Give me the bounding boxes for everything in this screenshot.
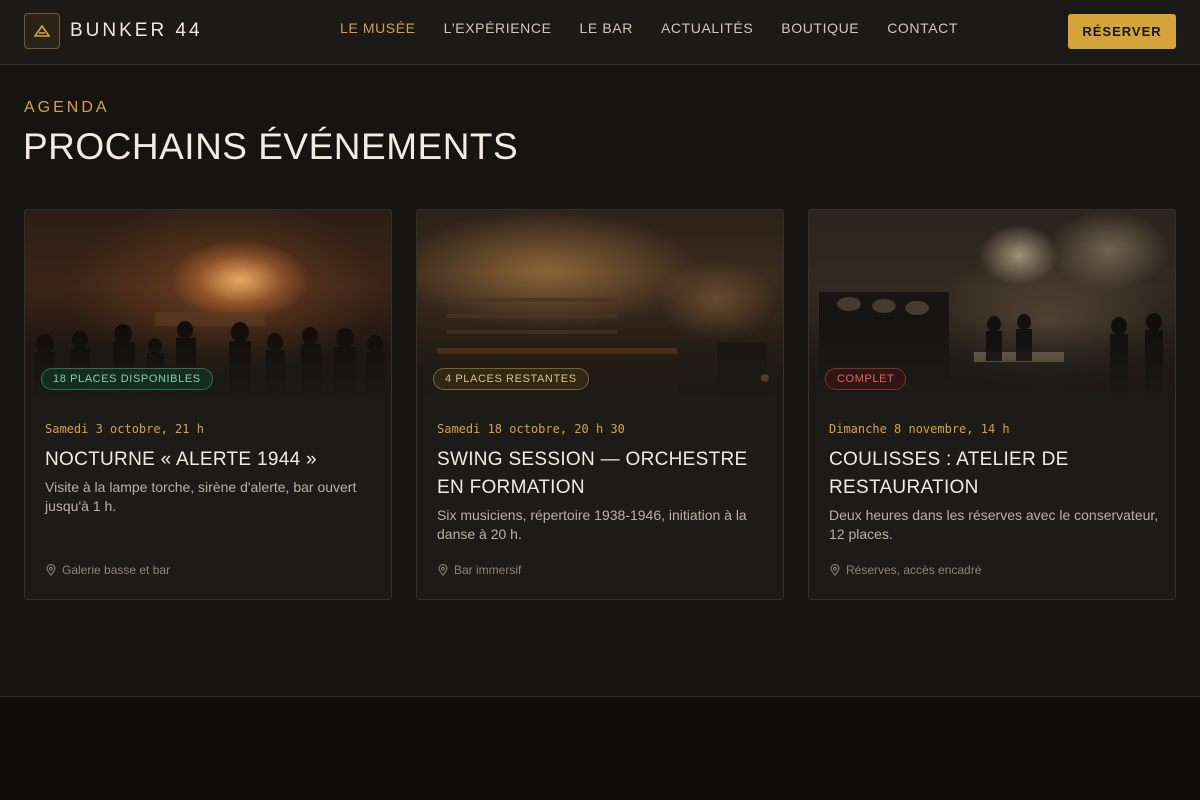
event-location: Bar immersif (437, 563, 521, 577)
event-location: Galerie basse et bar (45, 563, 170, 577)
section-eyebrow: AGENDA (24, 99, 110, 116)
event-location-label: Galerie basse et bar (62, 563, 171, 577)
event-date: Dimanche 8 novembre, 14 h (829, 422, 1010, 436)
main-nav: LE MUSÉE L'EXPÉRIENCE LE BAR ACTUALITÉS … (340, 20, 986, 36)
bunker-logo-icon (24, 13, 60, 49)
event-card[interactable]: 18 PLACES DISPONIBLES Samedi 3 octobre, … (24, 209, 392, 600)
site-header: BUNKER 44 LE MUSÉE L'EXPÉRIENCE LE BAR A… (0, 0, 1200, 65)
map-pin-icon (46, 564, 56, 576)
brand-logo[interactable]: BUNKER 44 (24, 13, 203, 49)
nav-item-boutique[interactable]: BOUTIQUE (781, 20, 859, 36)
event-description: Six musiciens, répertoire 1938-1946, ini… (437, 507, 747, 542)
availability-badge: COMPLET (825, 368, 907, 390)
event-description: Deux heures dans les réserves avec le co… (829, 507, 1159, 542)
availability-badge: 18 PLACES DISPONIBLES (41, 368, 213, 390)
event-location: Réserves, accès encadré (829, 563, 981, 577)
event-location-label: Réserves, accès encadré (846, 563, 982, 577)
nav-item-contact[interactable]: CONTACT (887, 20, 958, 36)
event-title[interactable]: SWING SESSION — ORCHESTRE EN FORMATION (437, 446, 767, 502)
nav-item-musee[interactable]: LE MUSÉE (340, 20, 416, 36)
event-title[interactable]: NOCTURNE « ALERTE 1944 » (45, 446, 375, 474)
map-pin-icon (830, 564, 840, 576)
nav-item-experience[interactable]: L'EXPÉRIENCE (444, 20, 552, 36)
map-pin-icon (438, 564, 448, 576)
brand-name: BUNKER 44 (70, 20, 203, 41)
event-location-label: Bar immersif (454, 563, 522, 577)
footer-band (0, 696, 1200, 800)
event-title[interactable]: COULISSES : ATELIER DE RESTAURATION (829, 446, 1159, 502)
nav-item-bar[interactable]: LE BAR (580, 20, 633, 36)
page-title: PROCHAINS ÉVÉNEMENTS (23, 126, 519, 167)
event-description: Visite à la lampe torche, sirène d'alert… (45, 479, 357, 514)
nav-item-actualites[interactable]: ACTUALITÉS (661, 20, 753, 36)
availability-badge: 4 PLACES RESTANTES (433, 368, 589, 390)
event-date: Samedi 3 octobre, 21 h (45, 422, 204, 436)
event-date: Samedi 18 octobre, 20 h 30 (437, 422, 625, 436)
event-card[interactable]: 4 PLACES RESTANTES Samedi 18 octobre, 20… (416, 209, 784, 600)
reserve-button[interactable]: RÉSERVER (1068, 14, 1176, 49)
event-card[interactable]: COMPLET Dimanche 8 novembre, 14 h COULIS… (808, 209, 1176, 600)
